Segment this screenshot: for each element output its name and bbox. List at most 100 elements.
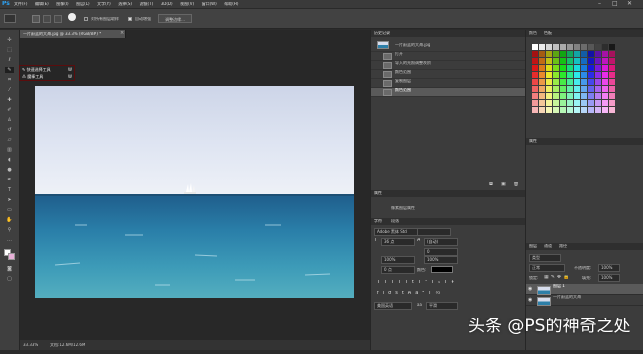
- color-swatch[interactable]: [609, 86, 615, 92]
- baseline-shift-field[interactable]: 0 点: [381, 266, 415, 274]
- color-swatch[interactable]: [581, 107, 587, 113]
- color-swatch[interactable]: [581, 86, 587, 92]
- lock-icons[interactable]: ▦✎✥🔒: [544, 275, 571, 280]
- color-swatch[interactable]: [602, 86, 608, 92]
- hand-tool-icon[interactable]: ✋: [5, 217, 14, 223]
- flyout-item-magic-wand[interactable]: ⁂ 魔棒工具 W: [22, 73, 74, 80]
- tab-paragraph[interactable]: 段落: [391, 219, 399, 223]
- color-swatch[interactable]: [574, 58, 580, 64]
- text-color-swatch[interactable]: [431, 266, 453, 273]
- menu-help[interactable]: 帮助(H): [224, 2, 238, 6]
- font-family-select[interactable]: Adobe 黑体 Std: [374, 228, 418, 236]
- color-swatch[interactable]: [567, 93, 573, 99]
- font-style-select[interactable]: [417, 228, 451, 236]
- color-swatch[interactable]: [588, 65, 594, 71]
- color-swatch[interactable]: [595, 93, 601, 99]
- color-swatch[interactable]: [574, 44, 580, 50]
- document-tab[interactable]: 一片蔚蓝的大海.jpg @ 33.3% (RGB/8#) * ×: [20, 30, 126, 38]
- layer-kind-filter[interactable]: 类型: [529, 254, 561, 262]
- color-swatch[interactable]: [602, 107, 608, 113]
- auto-enhance-checkbox[interactable]: [128, 17, 132, 21]
- move-tool-icon[interactable]: ✢: [5, 37, 14, 43]
- history-brush-icon[interactable]: ↺: [5, 127, 14, 133]
- color-swatch[interactable]: [567, 86, 573, 92]
- color-swatch[interactable]: [532, 93, 538, 99]
- fill-field[interactable]: 100%: [598, 274, 620, 282]
- color-swatch[interactable]: [588, 72, 594, 78]
- refine-edge-button[interactable]: 调整边缘...: [158, 14, 192, 23]
- color-swatch[interactable]: [553, 107, 559, 113]
- screen-mode-icon[interactable]: ▢: [5, 276, 14, 282]
- color-swatch[interactable]: [574, 86, 580, 92]
- color-swatch[interactable]: [560, 93, 566, 99]
- new-doc-icon[interactable]: ▣: [501, 182, 506, 187]
- color-swatch[interactable]: [532, 79, 538, 85]
- color-swatch[interactable]: [539, 51, 545, 57]
- tool-preset-icon[interactable]: [4, 14, 16, 23]
- color-swatch[interactable]: [567, 100, 573, 106]
- tab-swatches[interactable]: 色板: [544, 31, 552, 35]
- blur-tool-icon[interactable]: ◖: [5, 157, 14, 163]
- color-swatch[interactable]: [546, 86, 552, 92]
- color-swatch[interactable]: [567, 51, 573, 57]
- menu-filter[interactable]: 滤镜(T): [140, 2, 154, 6]
- horizontal-scale-field[interactable]: 100%: [424, 256, 458, 264]
- layer-row[interactable]: ◉ 一片蔚蓝的大海: [526, 295, 643, 306]
- color-swatch[interactable]: [602, 79, 608, 85]
- color-swatch[interactable]: [567, 65, 573, 71]
- color-swatch[interactable]: [574, 100, 580, 106]
- color-swatch[interactable]: [581, 93, 587, 99]
- color-swatch[interactable]: [553, 51, 559, 57]
- color-swatch[interactable]: [553, 44, 559, 50]
- color-swatch[interactable]: [588, 58, 594, 64]
- visibility-eye-icon[interactable]: ◉: [528, 286, 534, 292]
- color-swatch[interactable]: [595, 72, 601, 78]
- new-selection-icon[interactable]: [32, 15, 40, 23]
- opacity-field[interactable]: 100%: [598, 264, 620, 272]
- color-swatch[interactable]: [546, 107, 552, 113]
- color-swatch[interactable]: [546, 51, 552, 57]
- zoom-level[interactable]: 33.33%: [23, 343, 38, 347]
- color-swatch[interactable]: [602, 58, 608, 64]
- color-swatch[interactable]: [553, 86, 559, 92]
- color-swatch[interactable]: [574, 72, 580, 78]
- strikethrough-button[interactable]: Ŧ: [451, 280, 458, 285]
- history-item[interactable]: 打开: [371, 52, 526, 61]
- superscript-button[interactable]: T¹: [418, 280, 431, 285]
- color-swatch[interactable]: [581, 72, 587, 78]
- ordinal-button[interactable]: aᵃ: [415, 291, 428, 296]
- color-swatch[interactable]: [588, 107, 594, 113]
- color-swatch[interactable]: [602, 44, 608, 50]
- subscript-button[interactable]: T₁: [431, 280, 444, 285]
- quick-mask-icon[interactable]: ◙: [5, 266, 14, 272]
- faux-bold-button[interactable]: T: [377, 280, 384, 285]
- color-swatch[interactable]: [595, 58, 601, 64]
- trash-icon[interactable]: 🗑: [513, 182, 519, 187]
- color-swatch[interactable]: [595, 44, 601, 50]
- history-item[interactable]: 颜色范围: [371, 70, 526, 79]
- color-swatch[interactable]: [588, 86, 594, 92]
- color-swatch[interactable]: [560, 100, 566, 106]
- color-swatch[interactable]: [581, 58, 587, 64]
- color-swatch[interactable]: [553, 72, 559, 78]
- blend-mode-select[interactable]: 正常: [529, 264, 565, 272]
- menu-type[interactable]: 文字(Y): [97, 2, 111, 6]
- color-swatch[interactable]: [595, 51, 601, 57]
- color-swatch[interactable]: [546, 58, 552, 64]
- color-swatch[interactable]: [560, 44, 566, 50]
- minimize-icon[interactable]: –: [598, 1, 601, 7]
- menu-edit[interactable]: 编辑(E): [35, 2, 49, 6]
- tab-color[interactable]: 颜色: [529, 31, 537, 35]
- more-tools-icon[interactable]: …: [5, 237, 14, 243]
- color-swatch[interactable]: [553, 79, 559, 85]
- tab-character[interactable]: 字符: [374, 219, 382, 223]
- color-swatch[interactable]: [553, 100, 559, 106]
- color-swatch[interactable]: [553, 65, 559, 71]
- color-swatch[interactable]: [609, 72, 615, 78]
- color-swatch[interactable]: [595, 86, 601, 92]
- color-swatch[interactable]: [560, 72, 566, 78]
- color-swatch[interactable]: [602, 65, 608, 71]
- menu-view[interactable]: 视图(V): [180, 2, 194, 6]
- color-swatch[interactable]: [609, 51, 615, 57]
- color-swatch[interactable]: [588, 79, 594, 85]
